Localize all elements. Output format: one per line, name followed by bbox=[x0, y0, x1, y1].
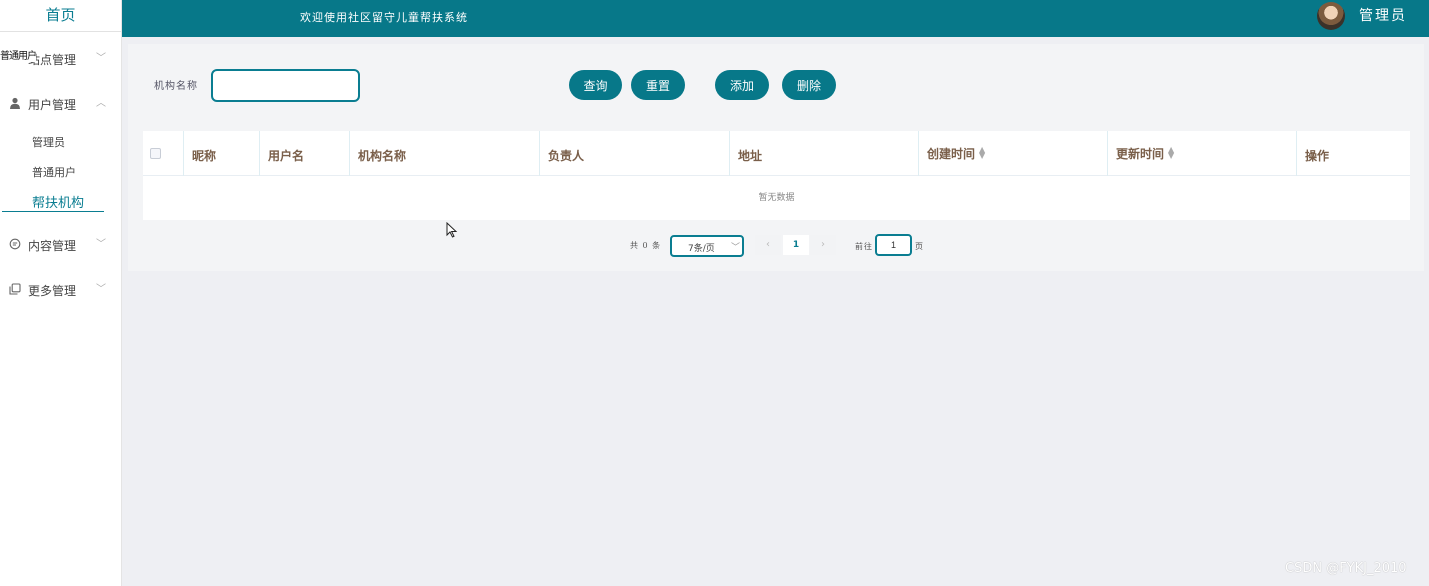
current-user[interactable]: 管理员 bbox=[1359, 5, 1407, 25]
next-page-button[interactable]: › bbox=[810, 235, 836, 255]
org-name-label: 机构名称 bbox=[154, 81, 198, 92]
page-number-current[interactable]: 1 bbox=[783, 235, 809, 255]
sidebar-item-label: 用户管理 bbox=[28, 98, 77, 112]
delete-button[interactable]: 删除 bbox=[782, 70, 836, 100]
sidebar-home-link[interactable]: 首页 bbox=[0, 0, 121, 32]
column-nickname: 昵称 bbox=[184, 131, 260, 176]
goto-page-input[interactable] bbox=[875, 234, 912, 256]
page-suffix: 页 bbox=[915, 242, 923, 251]
sidebar-item-label: 更多管理 bbox=[28, 284, 77, 298]
column-actions: 操作 bbox=[1305, 149, 1330, 163]
pagination-total: 共 0 条 bbox=[630, 241, 662, 250]
column-select bbox=[143, 131, 184, 176]
chevron-down-icon: ﹀ bbox=[731, 243, 741, 253]
copy-icon bbox=[9, 283, 21, 295]
page-size-select[interactable]: 7条/页 ﹀ bbox=[670, 235, 744, 257]
chevron-down-icon: ﹀ bbox=[96, 53, 106, 64]
add-button[interactable]: 添加 bbox=[715, 70, 769, 100]
sidebar-item-users[interactable]: 用户管理 ︿ bbox=[0, 92, 122, 116]
column-org-name: 机构名称 bbox=[350, 131, 540, 176]
chevron-down-icon: ﹀ bbox=[96, 239, 106, 250]
table-header: 昵称 用户名 机构名称 负责人 地址 创建时间 ▲ ▼ 更新时间 ▲ ▼ 操作 bbox=[143, 131, 1410, 176]
column-created-time[interactable]: 创建时间 ▲ ▼ bbox=[919, 131, 1108, 176]
sidebar: 首页 ⚙ 站点管理 ﹀ 普通用户 用户管理 ︿ 管理员 普通用户 帮扶机构 内容… bbox=[0, 0, 122, 586]
empty-state: 暂无数据 bbox=[758, 193, 795, 203]
watermark: CSDN @FYKJ_2010 bbox=[1285, 561, 1407, 576]
org-name-input[interactable] bbox=[211, 69, 360, 102]
chevron-down-icon: ﹀ bbox=[96, 284, 106, 295]
user-icon bbox=[9, 97, 21, 109]
data-table: 昵称 用户名 机构名称 负责人 地址 创建时间 ▲ ▼ 更新时间 ▲ ▼ 操作 … bbox=[143, 131, 1410, 220]
sort-icon[interactable]: ▲ ▼ bbox=[979, 146, 985, 160]
column-address: 地址 bbox=[730, 131, 919, 176]
system-title: 欢迎使用社区留守儿童帮扶系统 bbox=[300, 11, 468, 24]
column-manager: 负责人 bbox=[540, 131, 730, 176]
goto-label: 前往 bbox=[855, 242, 873, 251]
sidebar-item-content[interactable]: 内容管理 ﹀ bbox=[0, 233, 122, 257]
reset-button[interactable]: 重置 bbox=[631, 70, 685, 100]
sidebar-item-more[interactable]: 更多管理 ﹀ bbox=[0, 278, 122, 302]
sidebar-subitem-org[interactable]: 帮扶机构 bbox=[32, 192, 84, 211]
active-indicator bbox=[2, 211, 104, 212]
sidebar-subitem-normal-user[interactable]: 普通用户 bbox=[32, 164, 76, 180]
chevron-up-icon: ︿ bbox=[96, 98, 106, 109]
sort-icon[interactable]: ▲ ▼ bbox=[1168, 146, 1174, 160]
avatar[interactable] bbox=[1317, 2, 1345, 30]
app-window: 首页 ⚙ 站点管理 ﹀ 普通用户 用户管理 ︿ 管理员 普通用户 帮扶机构 内容… bbox=[0, 0, 1429, 586]
prev-page-button[interactable]: ‹ bbox=[755, 235, 781, 255]
hover-tooltip: 普通用户 bbox=[0, 47, 37, 62]
sidebar-item-label: 内容管理 bbox=[28, 239, 77, 253]
query-button[interactable]: 查询 bbox=[569, 70, 622, 100]
chat-icon bbox=[9, 238, 21, 250]
column-updated-time[interactable]: 更新时间 ▲ ▼ bbox=[1108, 131, 1297, 176]
column-username: 用户名 bbox=[260, 131, 350, 176]
top-header: 欢迎使用社区留守儿童帮扶系统 管理员 bbox=[122, 0, 1429, 37]
sidebar-subitem-admin[interactable]: 管理员 bbox=[32, 134, 65, 150]
select-all-checkbox[interactable] bbox=[150, 148, 161, 159]
